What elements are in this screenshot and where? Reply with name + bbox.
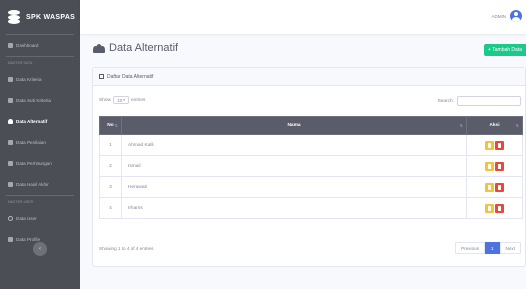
column-header-nama[interactable]: Nama ⇅ [121, 116, 467, 135]
cell-no: 3 [99, 176, 122, 198]
trash-icon [498, 184, 501, 190]
cell-no: 2 [99, 155, 122, 177]
sidebar-item-dashboard[interactable]: Dashboard [0, 35, 80, 56]
dashboard-icon [8, 43, 13, 48]
sidebar-item-user[interactable]: Data User [0, 208, 80, 229]
column-header-no[interactable]: No ⇅ [99, 116, 122, 135]
database-icon [8, 10, 20, 24]
entries-control: Show 10 ▾ entries [99, 96, 145, 104]
sidebar-item-label: Data Penilaian [16, 140, 46, 145]
user-name: ADMIN [491, 13, 507, 19]
cell-aksi [466, 197, 523, 219]
sidebar-item-label: Data Profile [16, 237, 41, 242]
topbar: ADMIN [80, 0, 526, 34]
sidebar-toggle-button[interactable]: ‹ [33, 242, 47, 256]
cell-aksi [466, 134, 523, 156]
user-dropdown[interactable]: ADMIN [491, 10, 522, 22]
cell-aksi [466, 176, 523, 198]
sidebar-item-label: Data Perhitungan [16, 161, 52, 166]
table-row: 4 Irhams [99, 197, 523, 219]
trash-icon [498, 163, 501, 169]
table-row: 1 Ahmad Kalli [99, 134, 523, 156]
sidebar-item-label: Data Sub Kriteria [16, 98, 51, 103]
delete-button[interactable] [495, 203, 504, 213]
table-info: Showing 1 to 4 of 4 entries [99, 246, 154, 251]
edit-button[interactable] [485, 182, 494, 192]
cell-nama: Irhams [121, 197, 467, 219]
cell-aksi [466, 155, 523, 177]
chart-icon [8, 182, 13, 187]
sidebar-item-alternatif[interactable]: Data Alternatif [0, 111, 80, 132]
sidebar-item-label: Dashboard [16, 43, 39, 48]
users-icon [8, 119, 13, 124]
brand-name: SPK WASPAS [26, 13, 76, 21]
table-row: 3 Herawati [99, 176, 523, 198]
trash-icon [498, 205, 501, 211]
chevron-left-icon: ‹ [39, 246, 41, 252]
edit-button[interactable] [485, 140, 494, 150]
delete-button[interactable] [495, 161, 504, 171]
users-icon [93, 43, 105, 53]
sidebar-item-label: Data Alternatif [16, 119, 48, 124]
user-cog-icon [8, 216, 13, 221]
sidebar-item-perhitungan[interactable]: Data Perhitungan [0, 153, 80, 174]
page-title: Data Alternatif [93, 42, 178, 54]
sidebar-item-sub-kriteria[interactable]: Data Sub Kriteria [0, 90, 80, 111]
calculator-icon [8, 161, 13, 166]
delete-button[interactable] [495, 182, 504, 192]
sidebar: SPK WASPAS Dashboard MASTER DATA Data Kr… [0, 0, 80, 289]
chevron-down-icon: ▾ [123, 98, 125, 102]
data-table: No ⇅ Nama ⇅ Aksi ⇅ 1 Ahmad Kalli 2 Ismail [99, 116, 523, 219]
sidebar-heading-master: MASTER DATA [8, 61, 33, 65]
cube-icon [8, 77, 13, 82]
page-button[interactable]: 1 [484, 242, 500, 254]
sidebar-heading-user: MASTER USER [8, 200, 34, 204]
next-button[interactable]: Next [499, 242, 521, 254]
table-icon [99, 74, 104, 79]
edit-button[interactable] [485, 203, 494, 213]
delete-button[interactable] [495, 140, 504, 150]
cell-nama: Ismail [121, 155, 467, 177]
pencil-icon [488, 184, 491, 190]
trash-icon [498, 142, 501, 148]
sidebar-item-kriteria[interactable]: Data Kriteria [0, 69, 80, 90]
sidebar-item-hasil-akhir[interactable]: Data Hasil Akhir [0, 174, 80, 195]
search-input[interactable] [457, 96, 521, 106]
sidebar-item-penilaian[interactable]: Data Penilaian [0, 132, 80, 153]
sort-icon: ⇅ [114, 123, 118, 128]
cell-no: 1 [99, 134, 122, 156]
pencil-icon [488, 205, 491, 211]
avatar [510, 10, 522, 22]
data-card: Daftar Data Alternatif Show 10 ▾ entries… [92, 67, 526, 267]
edit-button[interactable] [485, 161, 494, 171]
cubes-icon [8, 98, 13, 103]
card-header: Daftar Data Alternatif [93, 68, 525, 86]
table-row: 2 Ismail [99, 155, 523, 177]
show-label: Show [99, 97, 111, 103]
page-title-text: Data Alternatif [109, 42, 179, 54]
sidebar-item-label: Data Hasil Akhir [16, 182, 49, 187]
sidebar-item-label: Data Kriteria [16, 77, 42, 82]
brand[interactable]: SPK WASPAS [0, 0, 80, 34]
entries-value: 10 [117, 97, 123, 103]
sort-icon: ⇅ [515, 123, 519, 128]
sidebar-item-label: Data User [16, 216, 37, 221]
pencil-icon [488, 163, 491, 169]
previous-button[interactable]: Previous [455, 242, 485, 254]
cell-nama: Herawati [121, 176, 467, 198]
column-header-aksi[interactable]: Aksi ⇅ [466, 116, 523, 135]
edit-icon [8, 140, 13, 145]
search-control: Search: [437, 96, 521, 106]
cell-no: 4 [99, 197, 122, 219]
user-icon [8, 237, 13, 242]
sort-icon: ⇅ [459, 123, 463, 128]
entries-label: entries [131, 97, 146, 103]
entries-select[interactable]: 10 ▾ [113, 96, 129, 104]
card-title: Daftar Data Alternatif [107, 73, 154, 80]
cell-nama: Ahmad Kalli [121, 134, 467, 156]
add-data-button[interactable]: + Tambah Data [484, 44, 526, 56]
pagination: Previous 1 Next [455, 242, 521, 254]
pencil-icon [488, 142, 491, 148]
search-label: Search: [437, 98, 454, 104]
